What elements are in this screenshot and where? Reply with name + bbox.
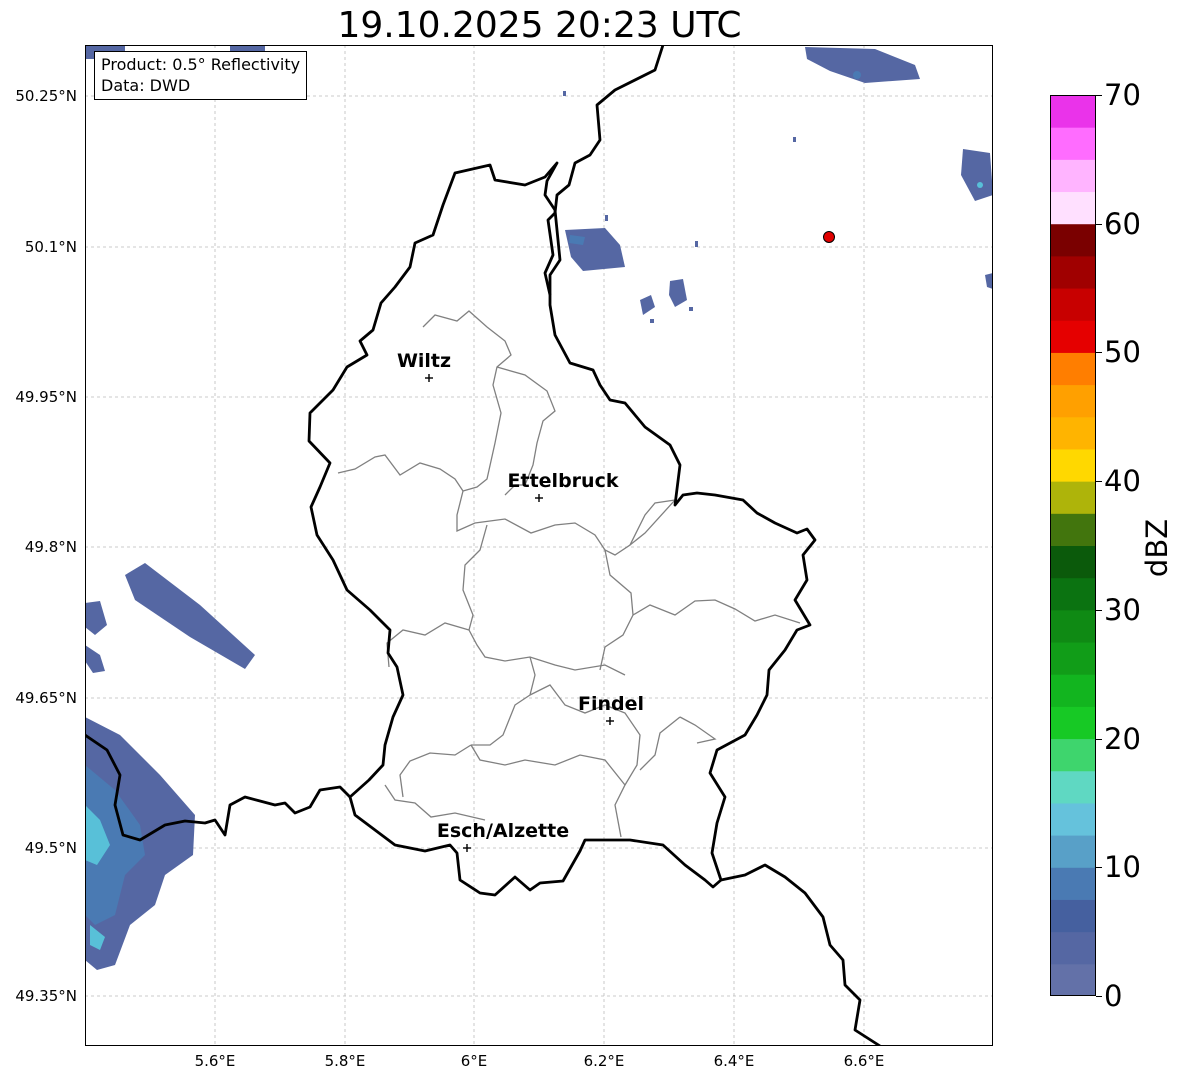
lat-tick-label: 49.95°N — [15, 388, 77, 406]
colorbar-segment — [1050, 448, 1096, 482]
city-label-wiltz: Wiltz — [396, 350, 452, 372]
colorbar-tick — [1096, 95, 1102, 96]
lat-tick-label: 50.25°N — [15, 87, 77, 105]
colorbar-segment — [1050, 513, 1096, 546]
colorbar-segment — [1050, 352, 1096, 386]
colorbar-tick — [1096, 996, 1102, 997]
city-label-findel: Findel — [577, 693, 645, 715]
colorbar-tick — [1096, 738, 1102, 740]
colorbar-segment — [1050, 95, 1096, 128]
colorbar-segment — [1050, 384, 1096, 418]
colorbar-segment — [1050, 963, 1096, 996]
colorbar-segment — [1050, 481, 1096, 514]
radar-site-marker — [823, 231, 835, 243]
city-label-ettelbruck: Ettelbruck — [507, 470, 619, 492]
colorbar-segment — [1050, 255, 1096, 289]
data-source-label: Data: DWD — [101, 76, 191, 95]
colorbar-title: dBZ — [1140, 518, 1174, 578]
lon-tick-label: 6.4°E — [713, 1052, 755, 1070]
colorbar-tick-label: 50 — [1104, 335, 1141, 370]
colorbar-segment — [1050, 127, 1096, 160]
colorbar-tick — [1096, 867, 1102, 869]
colorbar-segment — [1050, 416, 1096, 450]
product-label: Product: 0.5° Reflectivity — [101, 55, 301, 74]
lat-tick-label: 50.1°N — [24, 238, 77, 256]
colorbar-segment — [1050, 802, 1096, 836]
colorbar-segment — [1050, 320, 1096, 353]
product-info-box: Product: 0.5° Reflectivity Data: DWD — [94, 51, 308, 100]
colorbar-segment — [1050, 609, 1096, 643]
colorbar-tick-label: 20 — [1104, 721, 1141, 756]
colorbar-segment — [1050, 770, 1096, 804]
lon-tick-label: 5.8°E — [324, 1052, 366, 1070]
colorbar-segment — [1050, 738, 1096, 772]
colorbar-tick — [1096, 223, 1102, 225]
colorbar-segment — [1050, 931, 1096, 965]
colorbar-segment — [1050, 642, 1096, 675]
colorbar — [1050, 95, 1096, 996]
colorbar-segment — [1050, 899, 1096, 933]
lat-tick-label: 49.35°N — [15, 987, 77, 1005]
lat-tick-label: 49.5°N — [24, 839, 77, 857]
colorbar-tick — [1096, 481, 1102, 483]
colorbar-segment — [1050, 159, 1096, 193]
colorbar-segment — [1050, 545, 1096, 579]
colorbar-tick — [1096, 609, 1102, 611]
colorbar-segment — [1050, 835, 1096, 868]
colorbar-segment — [1050, 288, 1096, 321]
city-label-esch-alzette: Esch/Alzette — [436, 820, 570, 842]
colorbar-segment — [1050, 706, 1096, 740]
lat-tick-label: 49.65°N — [15, 689, 77, 707]
colorbar-tick — [1096, 352, 1102, 354]
colorbar-segment — [1050, 674, 1096, 707]
colorbar-tick-label: 60 — [1104, 206, 1141, 241]
map-title: 19.10.2025 20:23 UTC — [337, 5, 742, 46]
colorbar-tick-label: 40 — [1104, 464, 1141, 499]
lon-tick-label: 6.6°E — [843, 1052, 885, 1070]
colorbar-tick-label: 10 — [1104, 850, 1141, 885]
lon-tick-label: 5.6°E — [194, 1052, 236, 1070]
colorbar-tick-label: 70 — [1104, 78, 1141, 112]
lon-tick-label: 6.2°E — [583, 1052, 625, 1070]
radar-map[interactable] — [85, 45, 993, 1046]
lon-tick-label: 6°E — [460, 1052, 488, 1070]
colorbar-segment — [1050, 867, 1096, 900]
colorbar-segment — [1050, 223, 1096, 257]
colorbar-segment — [1050, 191, 1096, 225]
colorbar-tick-label: 0 — [1104, 979, 1123, 1013]
colorbar-tick-label: 30 — [1104, 592, 1141, 627]
colorbar-segment — [1050, 577, 1096, 611]
lat-tick-label: 49.8°N — [24, 538, 77, 556]
